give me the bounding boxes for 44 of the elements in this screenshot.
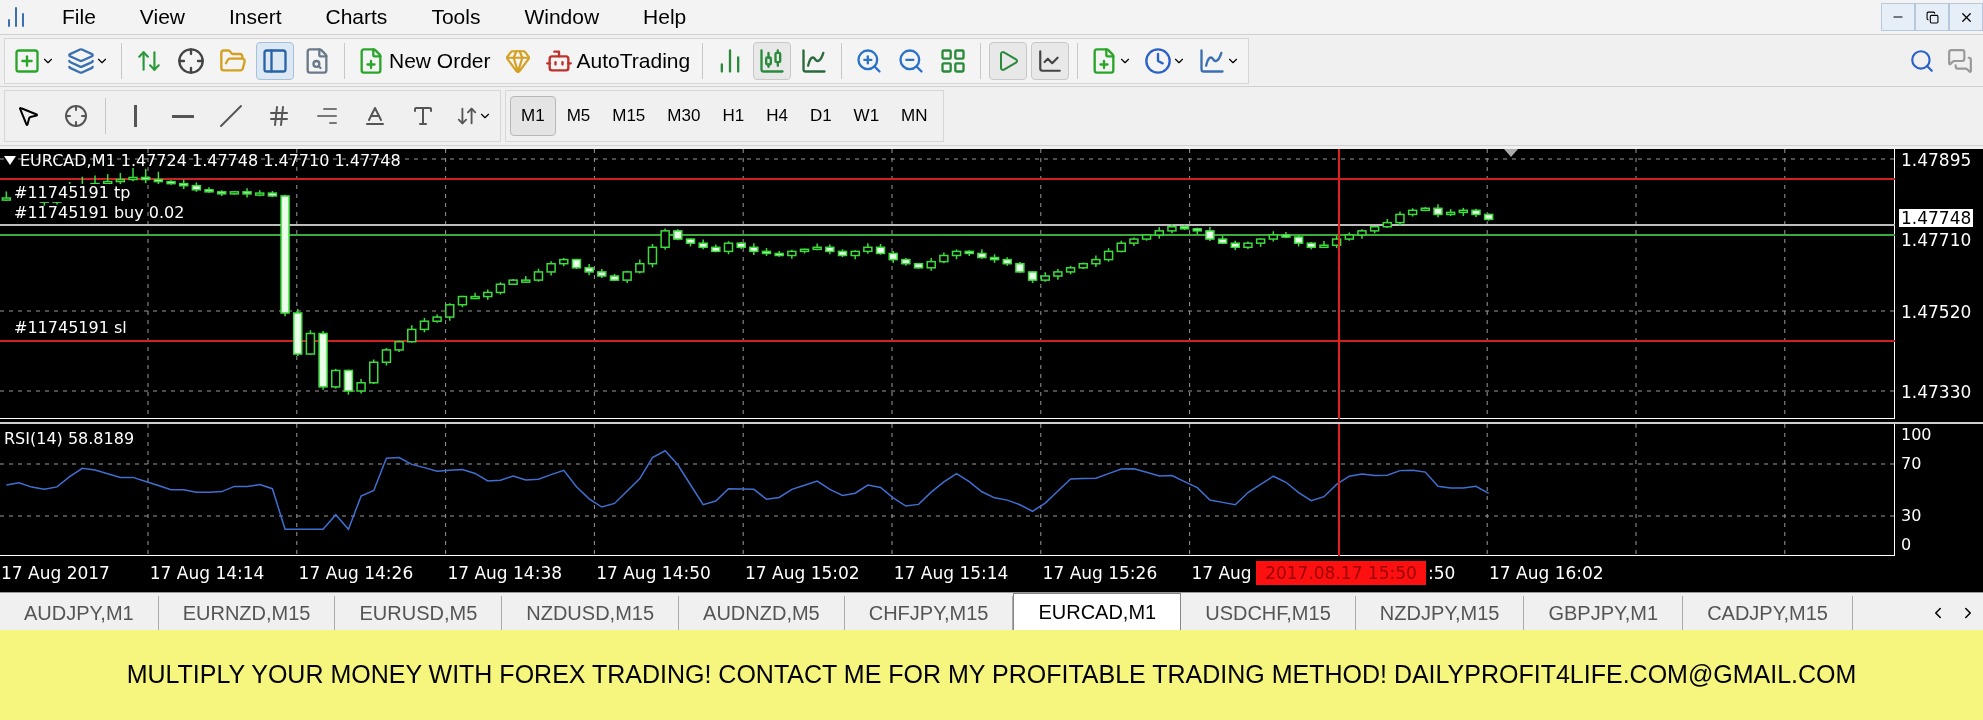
new-order-button[interactable]: New Order	[353, 41, 495, 80]
timeframe-button[interactable]: M15	[601, 96, 657, 136]
price-label: 1.47330	[1901, 383, 1972, 401]
price-label: 1.47520	[1901, 303, 1972, 321]
price-label: 1.47895	[1901, 151, 1972, 169]
time-label: 17 Aug 15:14	[893, 563, 1009, 583]
bid-price-label: 1.47748	[1899, 209, 1974, 227]
menu-item[interactable]: Tools	[409, 2, 503, 32]
time-label: 17 Aug 14:14	[149, 563, 265, 583]
timeframe-button[interactable]: W1	[842, 96, 891, 136]
price-label: 1.47710	[1901, 231, 1972, 249]
menu-item[interactable]: File	[40, 2, 118, 32]
time-label: :50	[1428, 563, 1456, 583]
time-label: 17 Aug 2017	[1, 563, 110, 583]
time-label: 17 Aug 14:38	[447, 563, 563, 583]
time-label: 17 Aug 14:26	[298, 563, 414, 583]
timeframe-button[interactable]: H1	[711, 96, 756, 136]
timeframe-button[interactable]: MN	[890, 96, 939, 136]
menu-item[interactable]: Insert	[207, 2, 304, 32]
menu-item[interactable]: Window	[502, 2, 622, 32]
timeframe-button[interactable]: M30	[656, 96, 712, 136]
timeframe-button[interactable]: M5	[555, 96, 602, 136]
time-label: 17 Aug 14:50	[596, 563, 711, 583]
indicator-scale-label: 100	[1901, 426, 1932, 444]
timeframe-button[interactable]: D1	[798, 96, 843, 136]
time-label: 17 Aug 15:26	[1042, 563, 1158, 583]
cursor-time-label: 2017.08.17 15:50	[1256, 561, 1426, 585]
time-label: 17 Aug 15:02	[745, 563, 860, 583]
menu-item[interactable]: Charts	[303, 2, 410, 32]
chart-header: EURCAD,M1 1.47724 1.47748 1.47710 1.47748	[20, 151, 401, 171]
indicator-scale-label: 0	[1901, 536, 1912, 554]
autotrading-button[interactable]: AutoTrading	[540, 41, 695, 80]
timeframe-button[interactable]: H4	[755, 96, 799, 136]
menu-item[interactable]: View	[117, 2, 207, 32]
time-label: 17 Aug	[1191, 563, 1252, 583]
promo-text: MULTIPLY YOUR MONEY WITH FOREX TRADING! CONTACT ME FOR MY PROFITABLE TRADING METHOD! DAILYPROFIT4LIFE.COM@GMAIL.COM	[126, 659, 1857, 691]
order-label: #11745191 buy 0.02	[13, 204, 186, 222]
menu-item[interactable]: Help	[621, 2, 709, 32]
indicator-scale-label: 70	[1901, 455, 1922, 473]
time-label: 17 Aug 16:02	[1489, 563, 1604, 583]
chart-tab[interactable]: EURCAD,M1	[1013, 593, 1182, 630]
indicator-scale-label: 30	[1901, 507, 1922, 525]
indicator-label: RSI(14) 58.8189	[4, 430, 135, 448]
timeframe-button[interactable]: M1	[510, 96, 556, 136]
